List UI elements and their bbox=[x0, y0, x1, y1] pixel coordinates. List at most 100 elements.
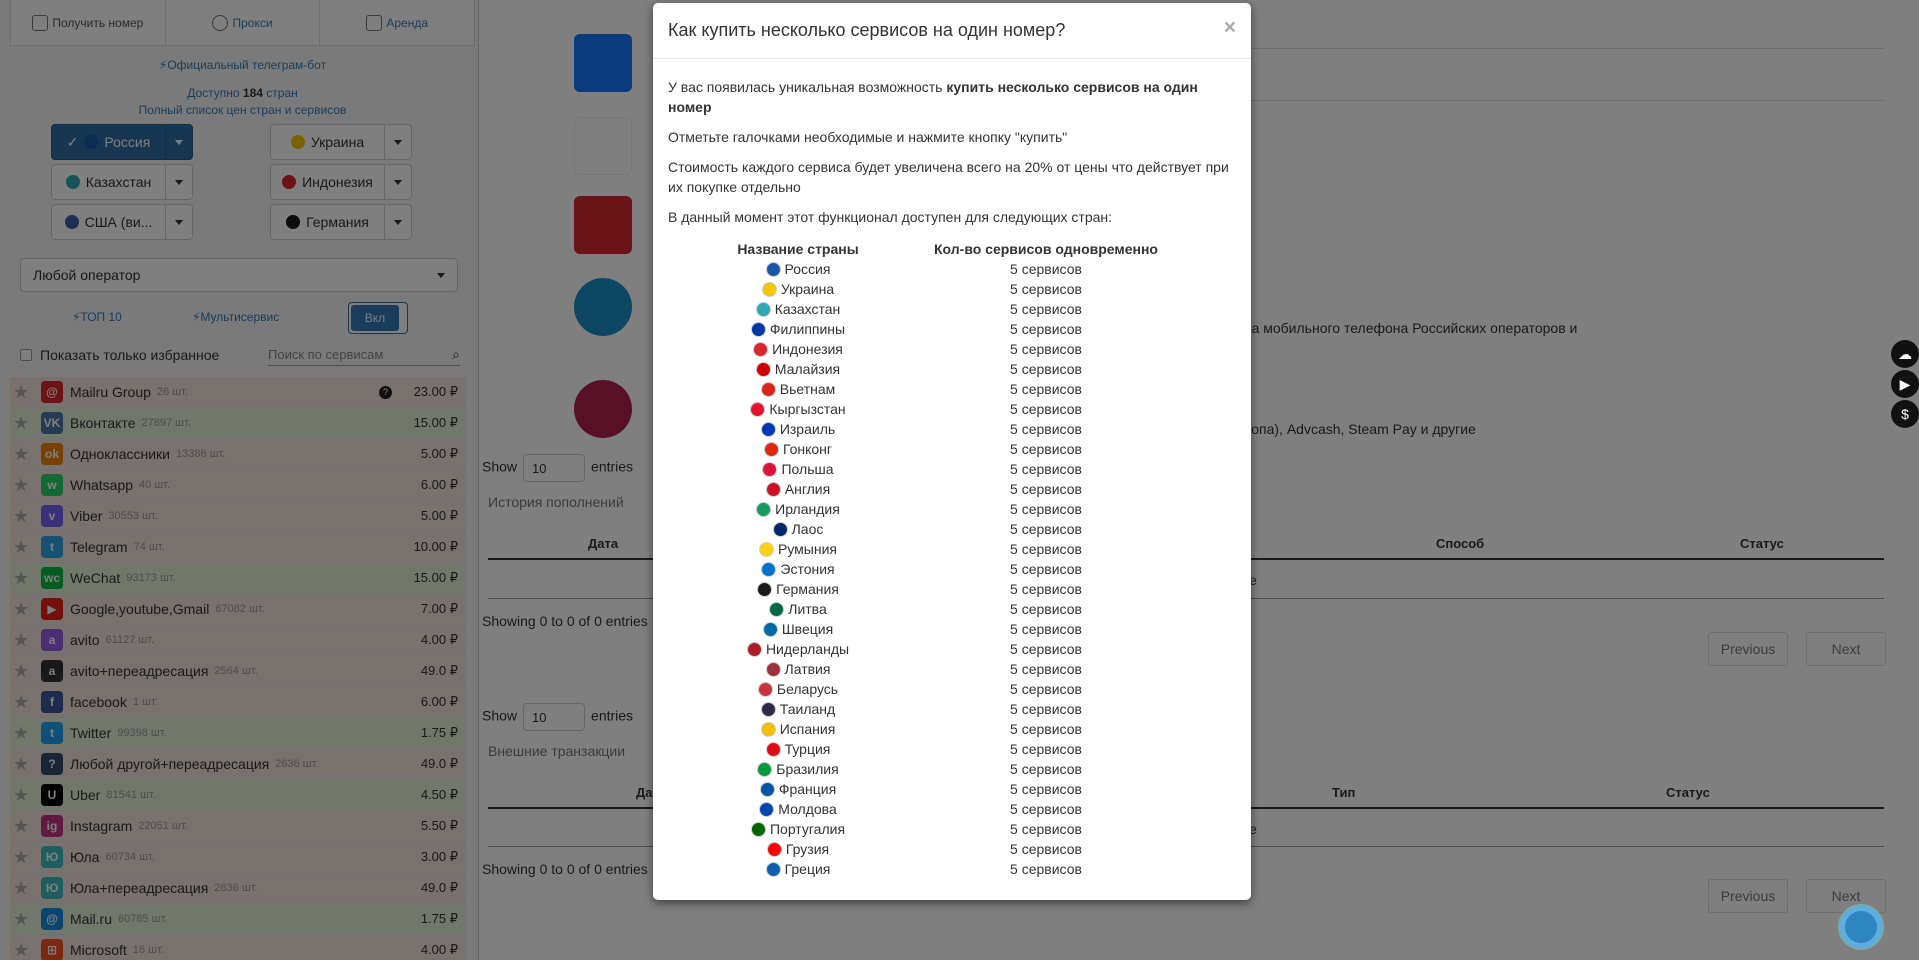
dollar-icon[interactable]: $ bbox=[1891, 400, 1919, 428]
table-row: Вьетнам 5 сервисов bbox=[688, 379, 1184, 399]
flag-icon bbox=[755, 361, 771, 377]
flag-icon bbox=[765, 481, 781, 497]
country-name: Израиль bbox=[779, 421, 836, 437]
table-row: Германия 5 сервисов bbox=[688, 579, 1184, 599]
service-count: 5 сервисов bbox=[1010, 381, 1082, 397]
countries-table-header: Название страны Кол-во сервисов одноврем… bbox=[688, 239, 1184, 259]
close-icon[interactable]: × bbox=[1224, 17, 1236, 38]
flag-icon bbox=[761, 281, 777, 297]
country-name: Украина bbox=[780, 281, 835, 297]
service-count: 5 сервисов bbox=[1010, 361, 1082, 377]
country-name: Казахстан bbox=[774, 301, 841, 317]
table-row: Грузия 5 сервисов bbox=[688, 839, 1184, 859]
table-row: Бразилия 5 сервисов bbox=[688, 759, 1184, 779]
country-name: Филиппины bbox=[769, 321, 846, 337]
service-count: 5 сервисов bbox=[1010, 421, 1082, 437]
table-row: Испания 5 сервисов bbox=[688, 719, 1184, 739]
flag-icon bbox=[760, 701, 776, 717]
service-count: 5 сервисов bbox=[1010, 721, 1082, 737]
service-count: 5 сервисов bbox=[1010, 681, 1082, 697]
country-name: Малайзия bbox=[774, 361, 841, 377]
table-row: Украина 5 сервисов bbox=[688, 279, 1184, 299]
modal-header: Как купить несколько сервисов на один но… bbox=[653, 3, 1251, 59]
flag-icon bbox=[755, 301, 771, 317]
table-row: Латвия 5 сервисов bbox=[688, 659, 1184, 679]
country-name: Индонезия bbox=[772, 341, 843, 357]
service-count: 5 сервисов bbox=[1010, 481, 1082, 497]
service-count: 5 сервисов bbox=[1010, 541, 1082, 557]
country-name: Германия bbox=[776, 581, 839, 597]
country-name: Турция bbox=[784, 741, 831, 757]
country-name: Таиланд bbox=[779, 701, 836, 717]
table-row: Литва 5 сервисов bbox=[688, 599, 1184, 619]
country-name: Грузия bbox=[785, 841, 830, 857]
country-name: Греция bbox=[784, 861, 831, 877]
service-count: 5 сервисов bbox=[1010, 841, 1082, 857]
countries-table: Название страны Кол-во сервисов одноврем… bbox=[688, 239, 1184, 879]
country-name: Франция bbox=[778, 781, 837, 797]
table-row: Казахстан 5 сервисов bbox=[688, 299, 1184, 319]
table-row: Швеция 5 сервисов bbox=[688, 619, 1184, 639]
flag-icon bbox=[766, 841, 782, 857]
modal-instruction: Отметьте галочками необходимые и нажмите… bbox=[668, 129, 1068, 145]
flag-icon bbox=[760, 721, 776, 737]
service-count: 5 сервисов bbox=[1010, 781, 1082, 797]
multi-service-modal: Как купить несколько сервисов на один но… bbox=[653, 3, 1251, 900]
country-name: Нидерланды bbox=[765, 641, 850, 657]
flag-icon bbox=[753, 341, 769, 357]
chat-icon bbox=[1845, 911, 1877, 943]
flag-icon bbox=[762, 461, 778, 477]
country-name: Лаос bbox=[791, 521, 824, 537]
flag-icon bbox=[769, 601, 785, 617]
service-count: 5 сервисов bbox=[1010, 741, 1082, 757]
flag-icon bbox=[757, 761, 773, 777]
service-count: 5 сервисов bbox=[1010, 501, 1082, 517]
table-row: Турция 5 сервисов bbox=[688, 739, 1184, 759]
service-count: 5 сервисов bbox=[1010, 461, 1082, 477]
service-count: 5 сервисов bbox=[1010, 801, 1082, 817]
service-count: 5 сервисов bbox=[1010, 861, 1082, 877]
country-name: Гонконг bbox=[782, 441, 833, 457]
table-row: Англия 5 сервисов bbox=[688, 479, 1184, 499]
flag-icon bbox=[762, 621, 778, 637]
youtube-icon[interactable]: ▶ bbox=[1891, 370, 1919, 398]
table-row: Румыния 5 сервисов bbox=[688, 539, 1184, 559]
modal-title: Как купить несколько сервисов на один но… bbox=[668, 20, 1066, 40]
table-row: Лаос 5 сервисов bbox=[688, 519, 1184, 539]
flag-icon bbox=[765, 661, 781, 677]
country-name: Испания bbox=[779, 721, 836, 737]
country-name: Молдова bbox=[778, 801, 837, 817]
service-count: 5 сервисов bbox=[1010, 521, 1082, 537]
flag-icon bbox=[761, 561, 777, 577]
flag-icon bbox=[750, 321, 766, 337]
country-name: Португалия bbox=[769, 821, 846, 837]
country-name: Вьетнам bbox=[779, 381, 836, 397]
chat-button[interactable] bbox=[1838, 904, 1884, 950]
service-count: 5 сервисов bbox=[1010, 701, 1082, 717]
modal-intro: У вас появилась уникальная возможность к… bbox=[668, 79, 1198, 115]
column-header: Название страны bbox=[737, 241, 859, 257]
table-row: Молдова 5 сервисов bbox=[688, 799, 1184, 819]
table-row: Эстония 5 сервисов bbox=[688, 559, 1184, 579]
country-name: Англия bbox=[784, 481, 831, 497]
table-row: Франция 5 сервисов bbox=[688, 779, 1184, 799]
service-count: 5 сервисов bbox=[1010, 641, 1082, 657]
flag-icon bbox=[757, 681, 773, 697]
service-count: 5 сервисов bbox=[1010, 601, 1082, 617]
service-count: 5 сервисов bbox=[1010, 761, 1082, 777]
modal-body: У вас появилась уникальная возможность к… bbox=[653, 59, 1251, 879]
flag-icon bbox=[759, 781, 775, 797]
country-name: Россия bbox=[784, 261, 831, 277]
wechat-icon[interactable]: ☁ bbox=[1891, 340, 1919, 368]
table-row: Малайзия 5 сервисов bbox=[688, 359, 1184, 379]
modal-countries-intro: В данный момент этот функционал доступен… bbox=[668, 209, 1113, 225]
service-count: 5 сервисов bbox=[1010, 321, 1082, 337]
table-row: Кыргызстан 5 сервисов bbox=[688, 399, 1184, 419]
table-row: Израиль 5 сервисов bbox=[688, 419, 1184, 439]
flag-icon bbox=[759, 801, 775, 817]
flag-icon bbox=[763, 441, 779, 457]
table-row: Филиппины 5 сервисов bbox=[688, 319, 1184, 339]
service-count: 5 сервисов bbox=[1010, 581, 1082, 597]
table-row: Нидерланды 5 сервисов bbox=[688, 639, 1184, 659]
flag-icon bbox=[765, 861, 781, 877]
